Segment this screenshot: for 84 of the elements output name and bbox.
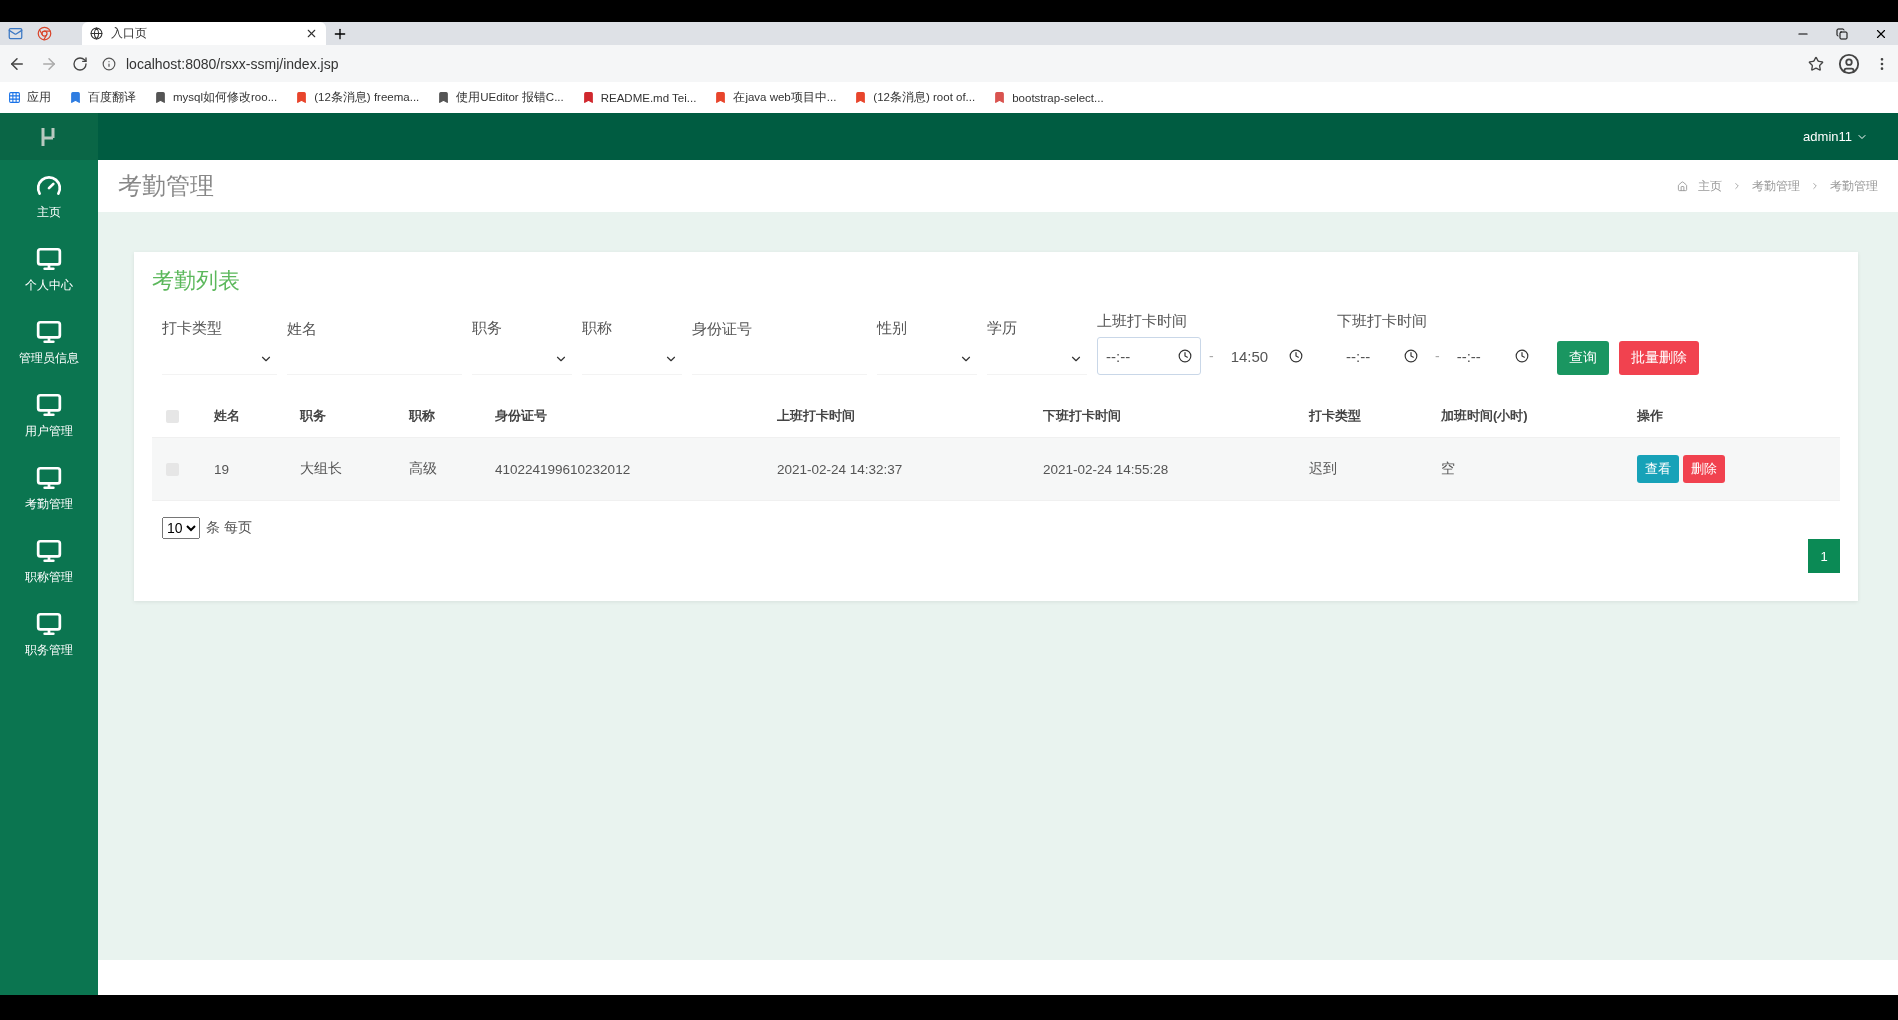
reload-icon[interactable] <box>72 55 88 72</box>
browser-tab[interactable]: 入口页 <box>82 22 326 45</box>
table-cell-text: 2021-02-24 14:55:28 <box>1042 461 1170 477</box>
sidebar-item[interactable]: 职务管理 <box>0 598 98 671</box>
filter-label: 学历 <box>987 319 1018 338</box>
column-header: 加班时间(小时) <box>1440 407 1529 425</box>
user-menu[interactable]: admin11 <box>1803 129 1868 144</box>
filter-label: 打卡类型 <box>162 319 223 338</box>
range-separator: - <box>1209 348 1214 364</box>
sidebar-item[interactable]: 个人中心 <box>0 233 98 306</box>
page-size-label: 条 每页 <box>206 519 252 537</box>
star-icon[interactable] <box>1808 55 1824 72</box>
sidebar-item[interactable]: 职称管理 <box>0 525 98 598</box>
filter-label: 下班打卡时间 <box>1337 312 1428 331</box>
grid-icon <box>8 91 21 104</box>
table-cell-text: 2021-02-24 14:32:37 <box>776 461 904 477</box>
time-field[interactable]: --:-- <box>1097 337 1201 375</box>
filter-label: 性别 <box>877 319 908 338</box>
time-field[interactable]: 14:50 <box>1221 337 1312 375</box>
sidebar-item[interactable]: 主页 <box>0 160 98 233</box>
time-field[interactable]: --:-- <box>1447 337 1538 375</box>
clock-icon <box>1404 349 1418 363</box>
apps-bookmark[interactable]: 应用 <box>8 90 51 105</box>
filter-label: 姓名 <box>287 320 318 339</box>
table-cell-text: 410224199610232012 <box>494 461 632 477</box>
monitor-icon <box>36 245 62 272</box>
close-icon[interactable] <box>305 27 318 40</box>
monitor-icon <box>36 318 62 345</box>
column-header: 职务 <box>299 407 327 425</box>
column-header: 下班打卡时间 <box>1042 407 1122 425</box>
sidebar-item[interactable]: 用户管理 <box>0 379 98 452</box>
chevron-icon <box>1810 181 1820 191</box>
page-size-select[interactable]: 10 <box>162 517 200 539</box>
browser-icon[interactable] <box>37 26 52 41</box>
query-button[interactable]: 查询 <box>1557 341 1609 375</box>
batch-delete-button[interactable]: 批量删除 <box>1619 341 1699 375</box>
page-button[interactable]: 1 <box>1808 539 1840 573</box>
bookmark[interactable]: (12条消息) root of... <box>854 90 976 105</box>
table-cell-text: 迟到 <box>1308 460 1338 478</box>
sidebar-item[interactable]: 考勤管理 <box>0 452 98 525</box>
monitor-icon <box>36 391 62 418</box>
filter-label: 职称 <box>582 319 613 338</box>
column-header: 职称 <box>408 407 436 425</box>
clock-icon <box>1288 349 1303 363</box>
globe-icon <box>90 27 103 40</box>
clock-icon <box>1178 349 1192 363</box>
table-cell-text: 大组长 <box>299 460 343 478</box>
clock-icon <box>1514 349 1529 363</box>
chevron-icon <box>1732 181 1742 191</box>
profile-icon[interactable] <box>1838 52 1860 75</box>
sidebar-item[interactable]: 管理员信息 <box>0 306 98 379</box>
bookmark[interactable]: 使用UEditor 报错C... <box>437 90 564 105</box>
bookmark[interactable]: mysql如何修改roo... <box>154 90 278 105</box>
bookmark[interactable]: README.md Tei... <box>581 91 697 104</box>
monitor-icon <box>36 464 62 491</box>
bookmark[interactable]: 在java web项目中... <box>714 90 837 105</box>
bookmark[interactable]: bootstrap-select... <box>993 91 1104 104</box>
monitor-icon <box>36 537 62 564</box>
home-icon <box>1677 180 1688 192</box>
bookmark[interactable]: 百度翻译 <box>69 90 136 105</box>
time-field[interactable]: --:-- <box>1337 337 1427 375</box>
table-cell-text: 高级 <box>408 460 438 478</box>
column-header: 打卡类型 <box>1307 407 1362 425</box>
restore-icon[interactable] <box>1836 27 1848 40</box>
card-title: 考勤列表 <box>152 267 241 295</box>
info-icon[interactable] <box>102 56 116 71</box>
logo-icon[interactable] <box>40 125 58 148</box>
column-header: 上班打卡时间 <box>776 407 856 425</box>
column-header: 姓名 <box>213 407 241 425</box>
table-cell-text: 空 <box>1440 460 1456 478</box>
url-text[interactable]: localhost:8080/rsxx-ssmj/index.jsp <box>126 55 339 72</box>
range-separator: - <box>1435 348 1440 364</box>
page-title: 考勤管理 <box>118 171 214 201</box>
mail-icon[interactable] <box>8 26 23 41</box>
bookmark[interactable]: (12条消息) freema... <box>295 90 420 105</box>
filter-label: 职务 <box>472 319 503 338</box>
column-header: 身份证号 <box>494 407 548 425</box>
table-cell-text: 19 <box>213 461 231 477</box>
monitor-icon <box>36 610 62 637</box>
filter-label: 上班打卡时间 <box>1097 312 1188 331</box>
column-header: 操作 <box>1636 407 1664 425</box>
filter-label: 身份证号 <box>692 320 753 339</box>
checkbox[interactable] <box>166 409 179 423</box>
delete-button[interactable]: 删除 <box>1683 455 1725 483</box>
